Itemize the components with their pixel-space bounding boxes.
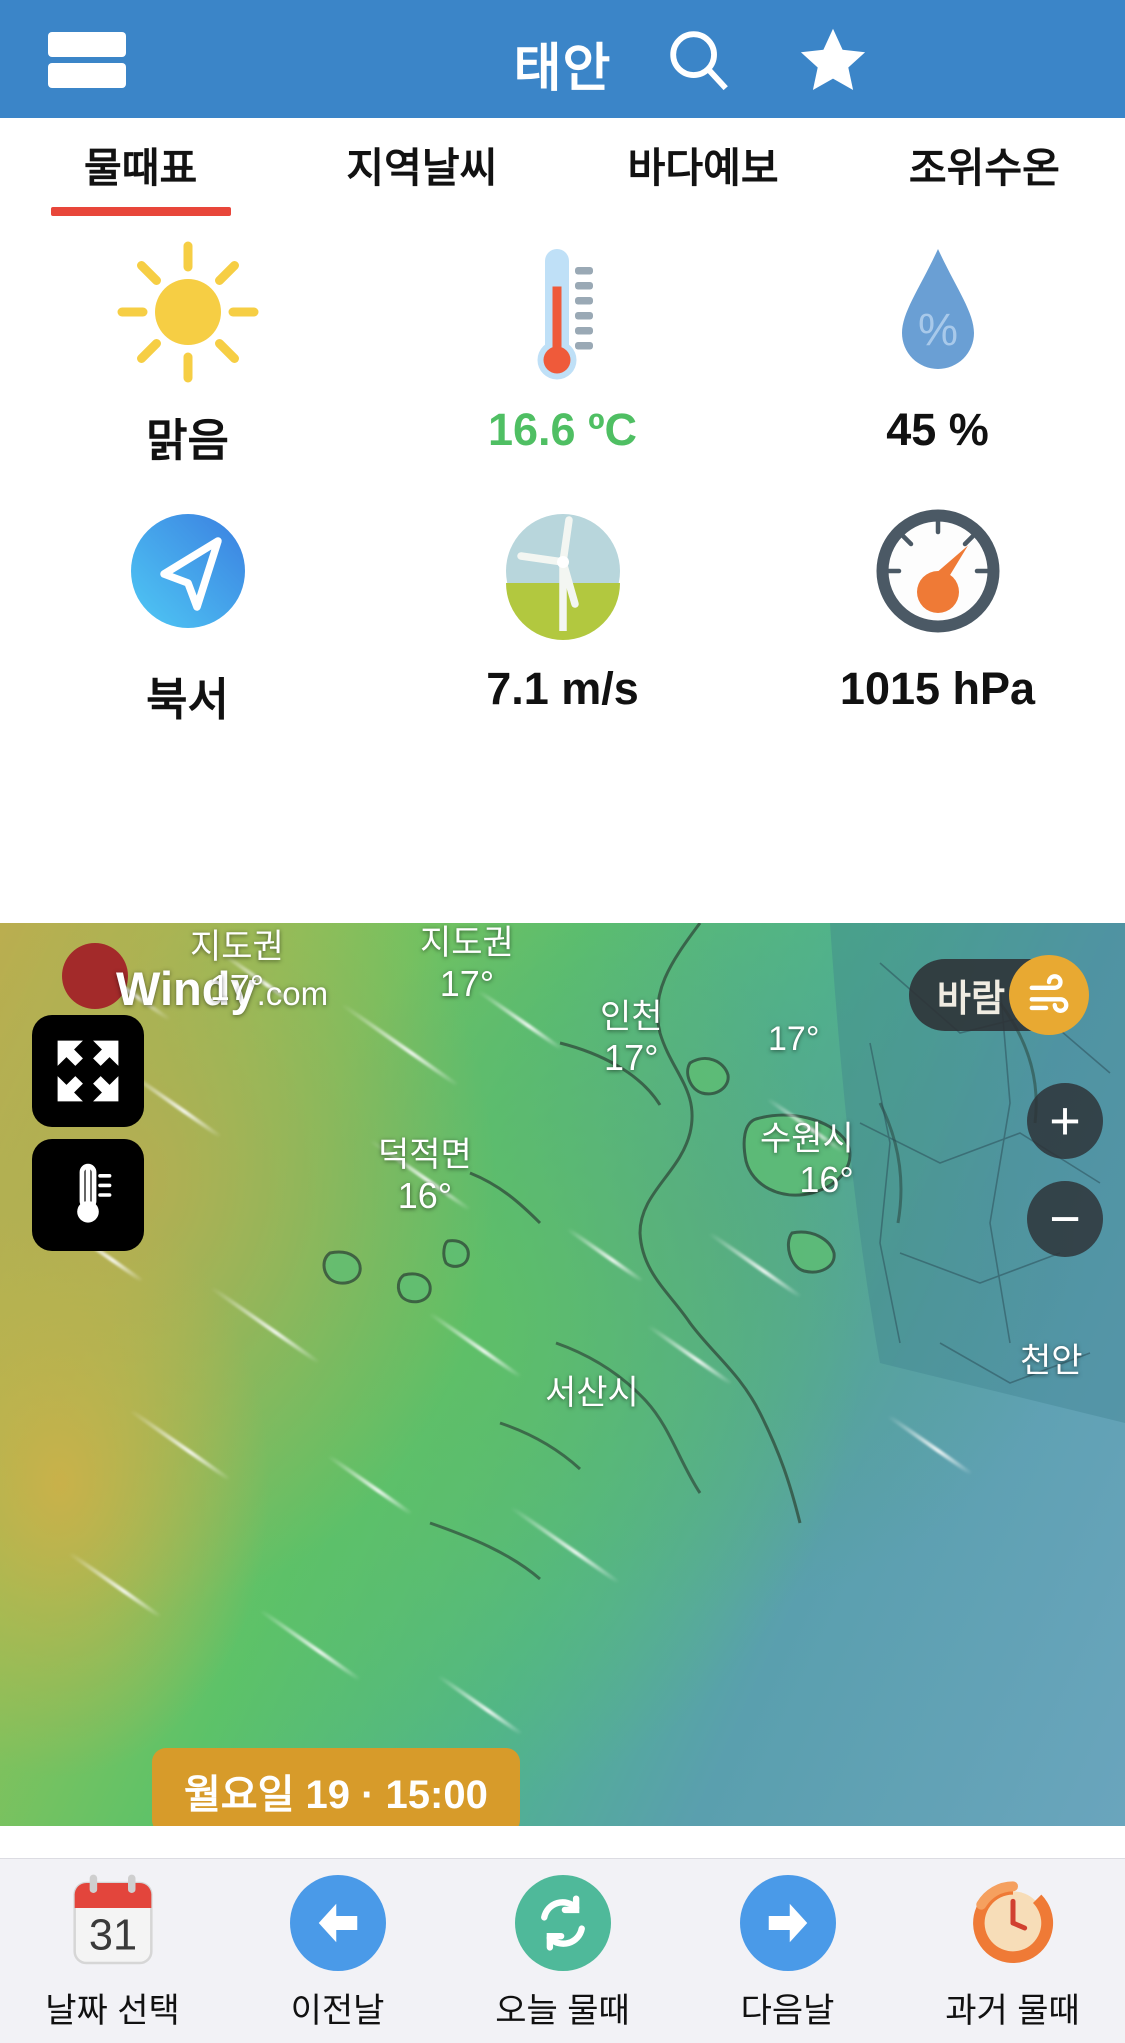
weather-cell-temperature: 16.6 ºC bbox=[375, 228, 750, 469]
page-title: 태안 bbox=[513, 40, 612, 98]
weather-cell-sky: 맑음 bbox=[0, 228, 375, 469]
weather-humidity-value: 45 % bbox=[886, 404, 989, 455]
tab-local-weather[interactable]: 지역날씨 bbox=[281, 118, 562, 228]
bottom-nav-past-tide[interactable]: 과거 물때 bbox=[900, 1859, 1125, 2043]
pressure-gauge-icon bbox=[863, 487, 1013, 655]
sun-icon bbox=[113, 228, 263, 396]
bottom-nav-label: 날짜 선택 bbox=[45, 1991, 180, 2030]
arrow-left-icon bbox=[286, 1871, 390, 1975]
app-root: 태안 물때표 지역날씨 바다예보 조위수온 맑음 16.6 ºC % 45 % … bbox=[0, 0, 1125, 2043]
wind-layer-label: 바람 bbox=[936, 978, 1005, 1019]
map-city-label: 인천 17° bbox=[600, 998, 663, 1079]
weather-cell-wind-speed: 7.1 m/s bbox=[375, 487, 750, 728]
weather-cell-pressure: 1015 hPa bbox=[750, 487, 1125, 728]
weather-wind-speed-value: 7.1 m/s bbox=[486, 663, 639, 714]
app-header: 태안 bbox=[0, 0, 1125, 118]
windy-map[interactable]: Windy.com 바람 + − 지도권 17° 지도권 17° 인천 17° … bbox=[0, 923, 1125, 1826]
bottom-nav-prev-day[interactable]: 이전날 bbox=[225, 1859, 450, 2043]
map-city-label: 지도권 17° bbox=[420, 924, 514, 1005]
weather-row-secondary: 북서 7.1 m/s 1015 hPa bbox=[0, 487, 1125, 728]
bottom-nav-label: 과거 물때 bbox=[945, 1991, 1080, 2030]
thermometer-icon bbox=[488, 228, 638, 396]
humidity-drop-icon: % bbox=[863, 228, 1013, 396]
star-icon[interactable] bbox=[797, 24, 869, 101]
tab-bar: 물때표 지역날씨 바다예보 조위수온 bbox=[0, 118, 1125, 228]
bottom-nav-label: 오늘 물때 bbox=[495, 1991, 630, 2030]
arrow-right-icon bbox=[736, 1871, 840, 1975]
weather-cell-wind-direction: 북서 bbox=[0, 487, 375, 728]
bottom-nav-label: 이전날 bbox=[290, 1991, 385, 2030]
bottom-nav-today-tide[interactable]: 오늘 물때 bbox=[450, 1859, 675, 2043]
weather-panel: 맑음 16.6 ºC % 45 % 북서 7.1 m/s 1015 hPa bbox=[0, 228, 1125, 1063]
map-city-label: 지도권 17° bbox=[190, 928, 284, 1009]
calendar-day: 31 bbox=[88, 1911, 136, 1959]
bottom-nav-date-picker[interactable]: 31 날짜 선택 bbox=[0, 1859, 225, 2043]
zoom-out-button[interactable]: − bbox=[1027, 1181, 1103, 1257]
fullscreen-expand-icon[interactable] bbox=[32, 1015, 144, 1127]
search-icon[interactable] bbox=[663, 24, 733, 99]
wind-layer-button[interactable]: 바람 bbox=[908, 955, 1089, 1035]
compass-icon bbox=[113, 487, 263, 655]
bottom-navigation: 31 날짜 선택 이전날 오늘 물때 다음날 과거 물때 bbox=[0, 1858, 1125, 2043]
refresh-icon bbox=[511, 1871, 615, 1975]
weather-row-primary: 맑음 16.6 ºC % 45 % bbox=[0, 228, 1125, 469]
calendar-icon: 31 bbox=[61, 1871, 165, 1975]
weather-sky-value: 맑음 bbox=[146, 415, 229, 466]
tab-sea-forecast[interactable]: 바다예보 bbox=[563, 118, 844, 228]
zoom-in-button[interactable]: + bbox=[1027, 1083, 1103, 1159]
map-time-badge: 월요일 19 · 15:00 bbox=[152, 1748, 520, 1826]
bottom-nav-label: 다음날 bbox=[740, 1991, 835, 2030]
tab-tide-temp[interactable]: 조위수온 bbox=[844, 118, 1125, 228]
thermometer-layer-icon[interactable] bbox=[32, 1139, 144, 1251]
map-city-label: 덕적면 16° bbox=[378, 1136, 472, 1217]
bottom-nav-next-day[interactable]: 다음날 bbox=[675, 1859, 900, 2043]
map-city-label: 수원시 16° bbox=[760, 1120, 854, 1201]
svg-text:%: % bbox=[917, 304, 957, 355]
weather-wind-direction-value: 북서 bbox=[146, 674, 229, 725]
tab-mulddaepyo[interactable]: 물때표 bbox=[0, 118, 281, 228]
weather-pressure-value: 1015 hPa bbox=[839, 663, 1036, 714]
wind-icon bbox=[1009, 955, 1089, 1035]
map-city-label: 천안 bbox=[1020, 1342, 1083, 1380]
windmill-icon bbox=[488, 487, 638, 655]
map-city-label: 서산시 bbox=[545, 1374, 639, 1412]
weather-cell-humidity: % 45 % bbox=[750, 228, 1125, 469]
weather-temperature-value: 16.6 ºC bbox=[487, 404, 638, 455]
history-clock-icon bbox=[961, 1871, 1065, 1975]
map-temp-label: 17° bbox=[768, 1020, 820, 1058]
